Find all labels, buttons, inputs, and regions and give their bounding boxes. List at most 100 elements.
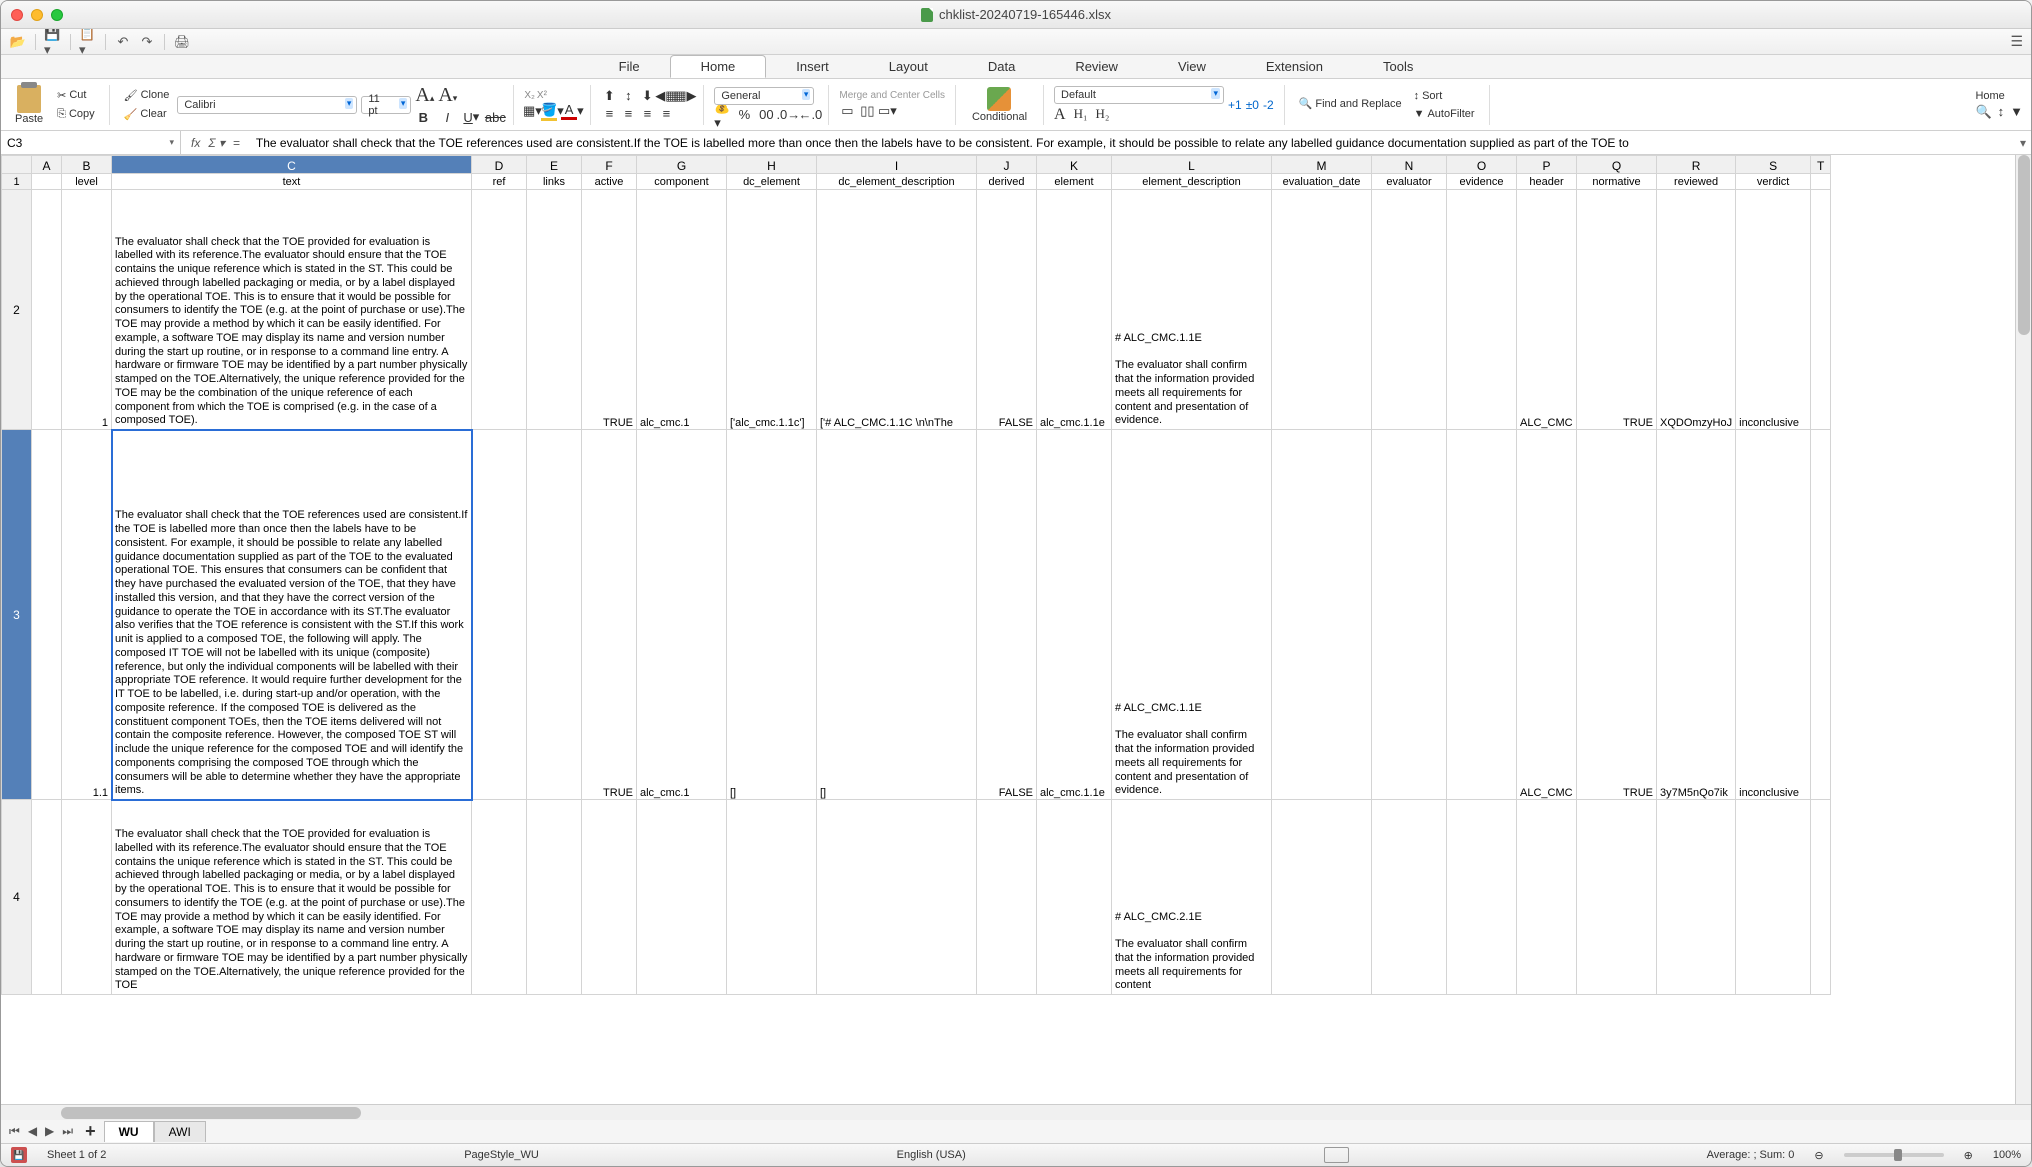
font-color-button[interactable]: A▾ (564, 103, 580, 119)
maximize-window-button[interactable] (51, 9, 63, 21)
col-header-H[interactable]: H (727, 156, 817, 174)
save-status-icon[interactable]: 💾 (11, 1147, 27, 1163)
unmerge-cells-icon[interactable]: ▭▾ (879, 103, 895, 119)
cell-R4[interactable] (1657, 800, 1736, 995)
conditional-formatting-button[interactable]: Conditional (966, 87, 1033, 123)
cell-S2[interactable]: inconclusive (1736, 190, 1811, 430)
header-cell[interactable]: dc_element (727, 174, 817, 190)
cell-S3[interactable]: inconclusive (1736, 430, 1811, 800)
col-header-L[interactable]: L (1112, 156, 1272, 174)
formula-input[interactable]: The evaluator shall check that the TOE r… (250, 136, 2015, 150)
cell-Q3[interactable]: TRUE (1577, 430, 1657, 800)
tab-first-icon[interactable]: ⏮ (5, 1122, 24, 1141)
cell-D4[interactable] (472, 800, 527, 995)
cell-B3[interactable]: 1.1 (62, 430, 112, 800)
redo-icon[interactable]: ↷ (138, 33, 156, 51)
increase-indent-button[interactable]: ▦▶ (677, 88, 693, 104)
inc-minus2[interactable]: -2 (1263, 98, 1274, 112)
subscript-button[interactable]: X² (537, 90, 547, 101)
align-left-button[interactable]: ≡ (601, 106, 617, 122)
select-all-corner[interactable] (2, 156, 32, 174)
split-cells-icon[interactable]: ▯▯ (859, 103, 875, 119)
insert-mode-icon[interactable] (1324, 1147, 1349, 1163)
border-button[interactable]: ▦▾ (524, 103, 540, 119)
paste-button[interactable]: Paste (9, 83, 49, 127)
sheet-tab-wu[interactable]: WU (104, 1121, 154, 1142)
header-cell[interactable]: verdict (1736, 174, 1811, 190)
cell-M3[interactable] (1272, 430, 1372, 800)
sort-icon[interactable]: ↕ (1998, 104, 2005, 120)
cell-C4[interactable]: The evaluator shall check that the TOE p… (112, 800, 472, 995)
menu-insert[interactable]: Insert (766, 56, 859, 77)
row-header-4[interactable]: 4 (2, 800, 32, 995)
cell-L3[interactable]: # ALC_CMC.1.1E The evaluator shall confi… (1112, 430, 1272, 800)
cell-Q2[interactable]: TRUE (1577, 190, 1657, 430)
zoom-slider[interactable] (1844, 1153, 1944, 1157)
cell-E3[interactable] (527, 430, 582, 800)
col-header-A[interactable]: A (32, 156, 62, 174)
col-header-I[interactable]: I (817, 156, 977, 174)
row-header-3[interactable]: 3 (2, 430, 32, 800)
cell-A3[interactable] (32, 430, 62, 800)
menu-view[interactable]: View (1148, 56, 1236, 77)
merge-cells-icon[interactable]: ▭ (839, 103, 855, 119)
cell-G3[interactable]: alc_cmc.1 (637, 430, 727, 800)
col-header-F[interactable]: F (582, 156, 637, 174)
cell-P2[interactable]: ALC_CMC (1517, 190, 1577, 430)
sheet-tab-awi[interactable]: AWI (154, 1121, 206, 1142)
align-middle-button[interactable]: ↕ (620, 88, 636, 104)
inc-zero[interactable]: ±0 (1246, 98, 1259, 112)
col-header-P[interactable]: P (1517, 156, 1577, 174)
horizontal-scrollbar[interactable] (1, 1104, 2031, 1120)
header-cell[interactable]: evidence (1447, 174, 1517, 190)
hamburger-menu-icon[interactable]: ☰ (2010, 33, 2023, 50)
cell-I3[interactable]: [] (817, 430, 977, 800)
align-center-button[interactable]: ≡ (620, 106, 636, 122)
minimize-window-button[interactable] (31, 9, 43, 21)
page-style[interactable]: PageStyle_WU (464, 1149, 539, 1161)
fx-icon[interactable]: fx (191, 136, 200, 150)
tab-last-icon[interactable]: ⏭ (58, 1122, 77, 1141)
cell-E4[interactable] (527, 800, 582, 995)
spreadsheet-grid[interactable]: ABCDEFGHIJKLMNOPQRST1leveltextreflinksac… (1, 155, 2031, 1104)
col-header-B[interactable]: B (62, 156, 112, 174)
col-header-G[interactable]: G (637, 156, 727, 174)
cell-B2[interactable]: 1 (62, 190, 112, 430)
cell-H3[interactable]: [] (727, 430, 817, 800)
header-cell[interactable]: element_description (1112, 174, 1272, 190)
cell-H4[interactable] (727, 800, 817, 995)
fill-color-button[interactable]: 🪣▾ (544, 103, 560, 119)
tab-next-icon[interactable]: ▶ (41, 1122, 58, 1141)
vertical-scrollbar[interactable] (2015, 155, 2031, 1104)
cell-O3[interactable] (1447, 430, 1517, 800)
menu-extension[interactable]: Extension (1236, 56, 1353, 77)
zoom-out-button[interactable]: ⊖ (1814, 1149, 1823, 1162)
header-cell[interactable]: ref (472, 174, 527, 190)
col-header-E[interactable]: E (527, 156, 582, 174)
align-bottom-button[interactable]: ⬇ (639, 88, 655, 104)
align-right-button[interactable]: ≡ (639, 106, 655, 122)
cell-I4[interactable] (817, 800, 977, 995)
equals-icon[interactable]: = (233, 136, 240, 150)
cell-N3[interactable] (1372, 430, 1447, 800)
cell-L4[interactable]: # ALC_CMC.2.1E The evaluator shall confi… (1112, 800, 1272, 995)
col-header-J[interactable]: J (977, 156, 1037, 174)
find-icon[interactable]: 🔍 (1975, 104, 1991, 120)
undo-icon[interactable]: ↶ (114, 33, 132, 51)
cell-reference-box[interactable]: C3 ▾ (1, 131, 181, 154)
menu-tools[interactable]: Tools (1353, 56, 1443, 77)
close-window-button[interactable] (11, 9, 23, 21)
row-header-1[interactable]: 1 (2, 174, 32, 190)
col-header-Q[interactable]: Q (1577, 156, 1657, 174)
header-cell[interactable]: evaluator (1372, 174, 1447, 190)
header-cell[interactable]: element (1037, 174, 1112, 190)
cell-H2[interactable]: ['alc_cmc.1.1c'] (727, 190, 817, 430)
col-header-S[interactable]: S (1736, 156, 1811, 174)
menu-layout[interactable]: Layout (859, 56, 958, 77)
sort-button[interactable]: ↕ Sort (1410, 88, 1479, 104)
col-header-R[interactable]: R (1657, 156, 1736, 174)
cell-J4[interactable] (977, 800, 1037, 995)
shrink-font-button[interactable]: A▾ (438, 84, 457, 107)
save-as-icon[interactable]: 📋▾ (79, 33, 97, 51)
superscript-button[interactable]: X₂ (524, 90, 535, 101)
